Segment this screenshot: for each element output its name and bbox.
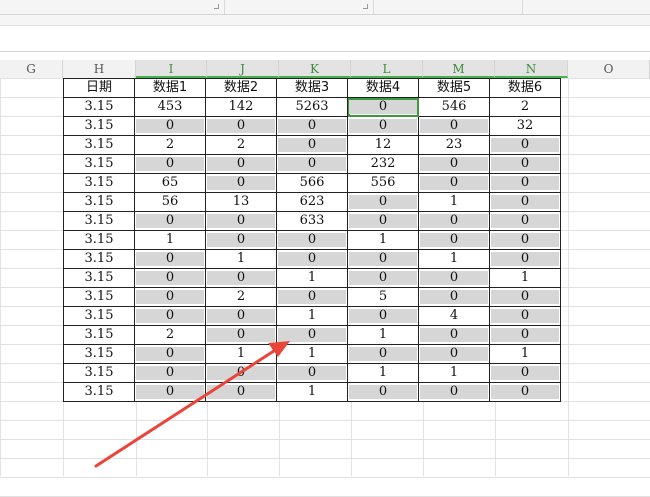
annotation-arrow-icon — [94, 341, 290, 468]
arrow-shaft — [94, 345, 282, 468]
arrow-head — [268, 341, 290, 357]
